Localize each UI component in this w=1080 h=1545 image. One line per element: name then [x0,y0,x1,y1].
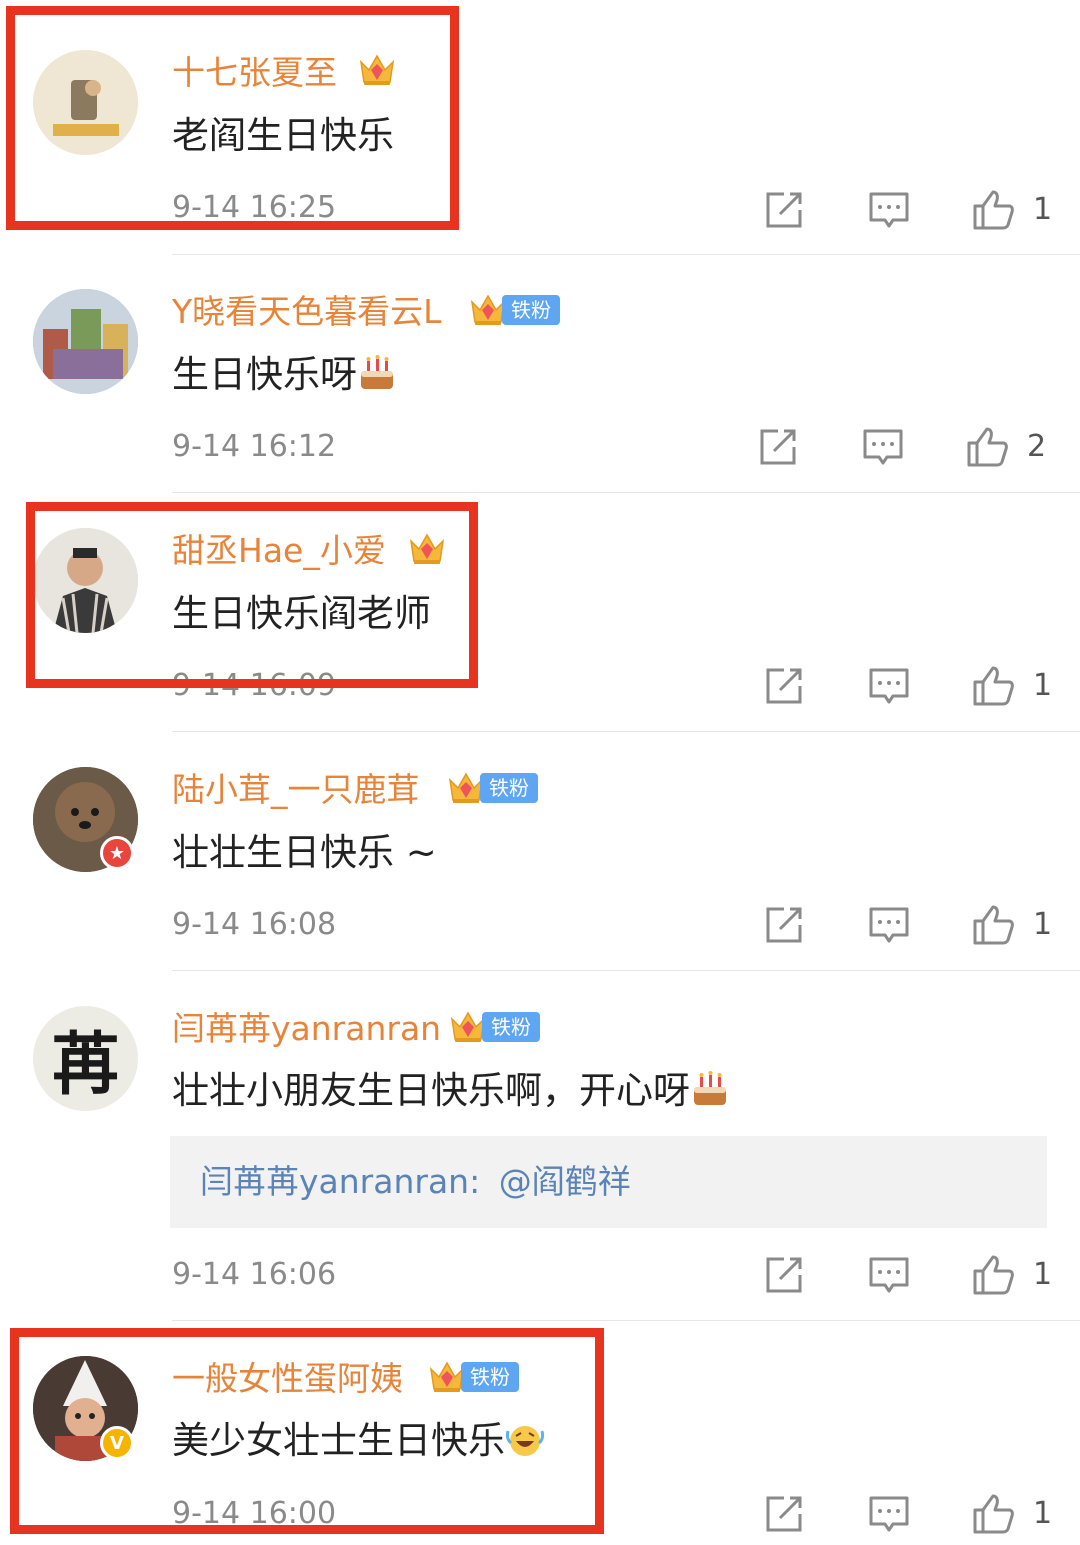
timestamp: 9-14 16:08 [172,907,337,942]
comment-text: 生日快乐呀 [172,352,397,398]
comment-icon[interactable] [867,1492,911,1536]
divider [172,492,1080,493]
timestamp: 9-14 16:12 [172,429,337,464]
avatar-character: 苒 [51,1025,120,1105]
timestamp: 9-14 16:09 [172,668,337,703]
like-count: 1 [1033,668,1053,703]
avatar[interactable] [33,50,138,155]
fan-badge: 铁粉 [482,1012,540,1042]
reply-mention[interactable]: @阎鹤祥 [491,1162,631,1201]
comment-icon[interactable] [861,425,905,469]
badge-group [407,529,447,569]
username[interactable]: 陆小茸_一只鹿茸 [172,770,420,810]
like-count: 2 [1027,429,1047,464]
comment-text-body: 美少女壮士生日快乐 [172,1419,505,1462]
reply-preview[interactable]: 闫苒苒yanranran: @阎鹤祥 [170,1136,1047,1228]
like-icon[interactable] [971,903,1015,947]
verified-v-icon: V [100,1426,134,1460]
fan-badge: 铁粉 [480,773,538,803]
username[interactable]: 十七张夏至 [172,53,337,93]
like-icon[interactable] [971,1492,1015,1536]
share-icon[interactable] [762,903,806,947]
cake-emoji-icon [357,353,397,393]
timestamp: 9-14 16:06 [172,1257,337,1292]
fan-badge: 铁粉 [461,1362,519,1392]
share-icon[interactable] [762,664,806,708]
comment-text: 壮壮小朋友生日快乐啊，开心呀 [172,1068,730,1114]
share-icon[interactable] [756,425,800,469]
comment-text: 老阎生日快乐 [172,114,394,157]
comment-text-body: 壮壮小朋友生日快乐啊，开心呀 [172,1069,690,1112]
divider [172,1320,1080,1321]
like-count: 1 [1033,907,1053,942]
share-icon[interactable] [762,188,806,232]
avatar[interactable] [33,528,138,633]
comment-text: 壮壮生日快乐 ~ [172,831,437,874]
divider [172,731,1080,732]
like-icon[interactable] [965,425,1009,469]
username[interactable]: 一般女性蛋阿姨 [172,1359,403,1399]
divider [172,254,1080,255]
username[interactable]: 甜丞Hae_小爱 [172,531,386,571]
fan-badge: 铁粉 [502,295,560,325]
username[interactable]: 闫苒苒yanranran [172,1009,441,1049]
reply-author[interactable]: 闫苒苒yanranran: [170,1162,480,1201]
share-icon[interactable] [762,1492,806,1536]
laugh-cry-emoji-icon [505,1419,545,1459]
divider [172,970,1080,971]
like-icon[interactable] [971,1253,1015,1297]
like-icon[interactable] [971,664,1015,708]
comment-text: 美少女壮士生日快乐 [172,1418,545,1464]
badge-group: 铁粉 [446,768,538,808]
badge-group: 铁粉 [427,1357,519,1397]
comment-text: 生日快乐阎老师 [172,592,431,635]
avatar[interactable] [33,289,138,394]
share-icon[interactable] [762,1253,806,1297]
comment-icon[interactable] [867,903,911,947]
comment-text-body: 生日快乐呀 [172,353,357,396]
username[interactable]: Y晓看天色暮看云L [172,292,442,332]
like-count: 1 [1033,192,1053,227]
avatar[interactable]: 苒 [33,1006,138,1111]
comment-icon[interactable] [867,1253,911,1297]
badge-group: 铁粉 [448,1007,540,1047]
member-crown-icon [407,529,447,569]
comment-icon[interactable] [867,664,911,708]
like-count: 1 [1033,1496,1053,1531]
comment-icon[interactable] [867,188,911,232]
cake-emoji-icon [690,1069,730,1109]
timestamp: 9-14 16:25 [172,190,337,225]
like-count: 1 [1033,1257,1053,1292]
verified-star-icon: ★ [100,836,134,870]
timestamp: 9-14 16:00 [172,1496,337,1531]
badge-group [357,50,397,90]
member-crown-icon [357,50,397,90]
badge-group: 铁粉 [468,290,560,330]
like-icon[interactable] [971,188,1015,232]
